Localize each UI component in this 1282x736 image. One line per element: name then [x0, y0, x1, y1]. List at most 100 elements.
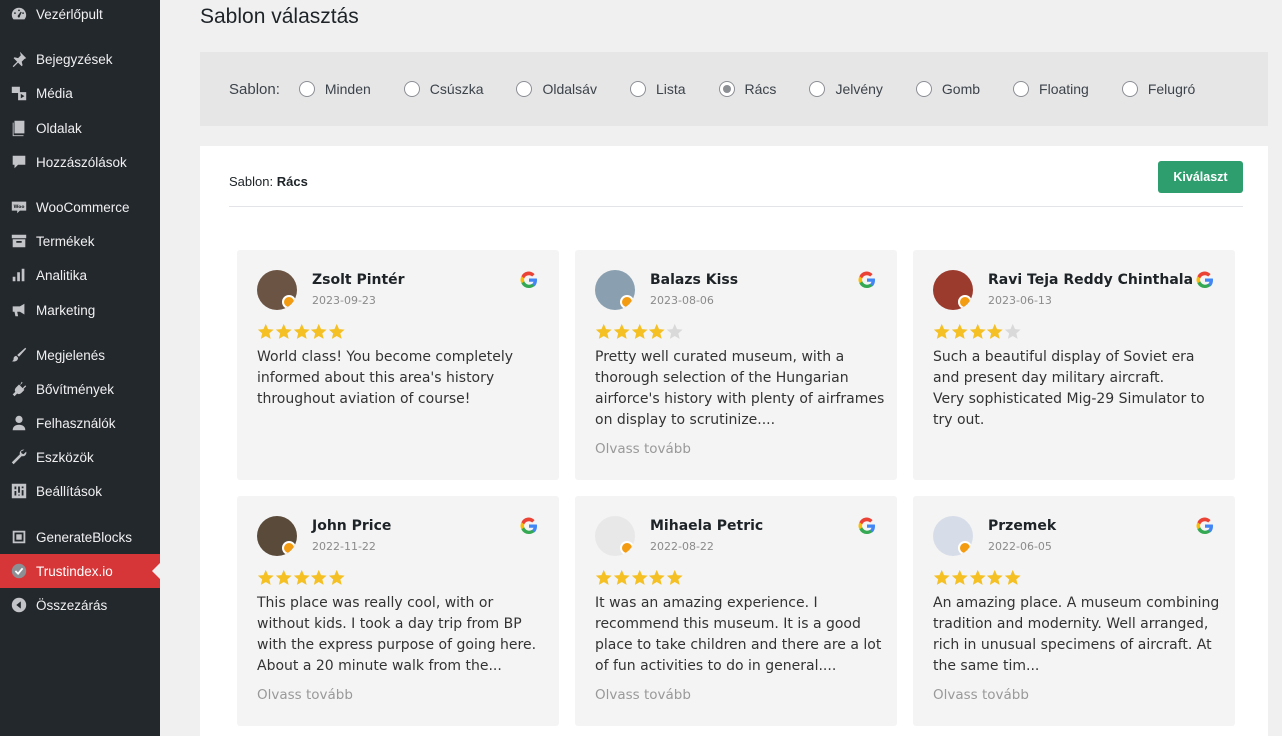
sidebar-item-label: Termékek	[36, 233, 95, 249]
sidebar-item-collapse[interactable]: Összezárás	[0, 588, 160, 622]
selected-template-label: Sablon: Rács	[229, 174, 308, 189]
radio-button[interactable]	[298, 81, 315, 97]
star-icon	[649, 569, 666, 585]
sidebar-item-users[interactable]: Felhasználók	[0, 406, 160, 440]
sidebar-item-dashboard[interactable]: Vezérlőpult	[0, 0, 160, 31]
radio-button[interactable]	[403, 81, 420, 97]
star-rating	[595, 569, 684, 587]
local-guide-badge	[282, 541, 296, 555]
star-rating	[595, 323, 684, 341]
reviewer-name: Ravi Teja Reddy Chinthala	[988, 272, 1194, 288]
filter-option-jelveny[interactable]: Jelvény	[809, 81, 883, 97]
sidebar-item-label: Vezérlőpult	[36, 6, 103, 22]
filter-option-felugro[interactable]: Felugró	[1121, 81, 1195, 97]
sidebar-item-products[interactable]: Termékek	[0, 224, 160, 258]
sidebar-item-label: Média	[36, 85, 73, 101]
star-icon	[631, 323, 648, 339]
read-more-link[interactable]: Olvass tovább	[257, 687, 353, 703]
pages-icon	[9, 118, 29, 138]
star-icon	[933, 323, 950, 339]
review-card: Przemek 2022-06-05 An amazing place. A m…	[913, 496, 1235, 726]
radio-button[interactable]	[1121, 81, 1138, 97]
divider	[229, 206, 1243, 207]
local-guide-badge	[958, 541, 972, 555]
star-icon	[951, 323, 968, 339]
filter-option-label: Jelvény	[835, 81, 883, 97]
star-rating	[257, 569, 346, 587]
review-card: Mihaela Petric 2022-08-22 It was an amaz…	[575, 496, 897, 726]
filter-option-csuszka[interactable]: Csúszka	[403, 81, 483, 97]
star-icon	[595, 569, 612, 585]
sidebar-item-settings[interactable]: Beállítások	[0, 474, 160, 508]
star-icon	[987, 323, 1004, 339]
filter-option-label: Floating	[1039, 81, 1089, 97]
google-icon	[1196, 271, 1213, 289]
sidebar-item-label: Felhasználók	[36, 415, 116, 431]
sidebar-item-label: Megjelenés	[36, 347, 106, 363]
star-icon	[649, 323, 666, 339]
sidebar-item-comments[interactable]: Hozzászólások	[0, 145, 160, 179]
sidebar-item-woocommerce[interactable]: Woo WooCommerce	[0, 190, 160, 224]
archive-icon	[9, 231, 29, 251]
radio-button[interactable]	[629, 81, 646, 97]
filter-option-floating[interactable]: Floating	[1013, 81, 1089, 97]
local-guide-badge	[958, 295, 972, 309]
select-template-button[interactable]: Kiválaszt	[1158, 161, 1243, 193]
dashboard-icon	[9, 4, 29, 24]
sidebar-item-media[interactable]: Média	[0, 76, 160, 110]
wrench-icon	[9, 447, 29, 467]
star-icon	[667, 569, 683, 585]
media-icon	[9, 83, 29, 103]
radio-button[interactable]	[516, 81, 533, 97]
star-icon	[951, 569, 968, 585]
filter-option-label: Oldalsáv	[542, 81, 597, 97]
star-icon	[257, 569, 274, 585]
star-icon	[969, 323, 986, 339]
sidebar-item-label: Hozzászólások	[36, 154, 127, 170]
read-more-link[interactable]: Olvass tovább	[595, 441, 691, 457]
star-icon	[1005, 569, 1021, 585]
sidebar-item-trustindex[interactable]: Trustindex.io	[0, 554, 160, 588]
sidebar-item-label: Oldalak	[36, 120, 82, 136]
filter-option-minden[interactable]: Minden	[298, 81, 371, 97]
filter-option-oldalsav[interactable]: Oldalsáv	[516, 81, 597, 97]
brush-icon	[9, 345, 29, 365]
sidebar-item-plugins[interactable]: Bővítmények	[0, 372, 160, 406]
star-icon	[613, 569, 630, 585]
review-card: Ravi Teja Reddy Chinthala 2023-06-13 Suc…	[913, 250, 1235, 480]
star-icon	[595, 323, 612, 339]
sidebar-item-analytics[interactable]: Analitika	[0, 258, 160, 292]
radio-button[interactable]	[809, 81, 826, 97]
collapse-icon	[9, 595, 29, 615]
filter-option-racs[interactable]: Rács	[718, 81, 777, 97]
sidebar-item-tools[interactable]: Eszközök	[0, 440, 160, 474]
sidebar-item-generateblocks[interactable]: GenerateBlocks	[0, 520, 160, 554]
sidebar-item-label: Eszközök	[36, 449, 94, 465]
filter-option-label: Rács	[744, 81, 777, 97]
google-icon	[520, 271, 537, 289]
template-filter-bar: Sablon: Minden Csúszka Oldalsáv Lista Rá…	[200, 52, 1268, 126]
review-text: It was an amazing experience. I recommen…	[595, 595, 882, 674]
sidebar-item-posts[interactable]: Bejegyzések	[0, 42, 160, 76]
star-icon	[613, 323, 630, 339]
radio-button-checked[interactable]	[718, 81, 735, 97]
check-circle-icon	[9, 561, 29, 581]
filter-option-gomb[interactable]: Gomb	[915, 81, 981, 97]
sidebar-item-marketing[interactable]: Marketing	[0, 293, 160, 327]
read-more-link[interactable]: Olvass tovább	[595, 687, 691, 703]
star-icon	[933, 569, 950, 585]
star-icon	[293, 569, 310, 585]
google-icon	[858, 517, 875, 535]
read-more-link[interactable]: Olvass tovább	[933, 687, 1029, 703]
google-icon	[1196, 517, 1213, 535]
radio-button[interactable]	[1013, 81, 1030, 97]
sidebar-item-label: Analitika	[36, 267, 88, 283]
star-rating	[933, 323, 1022, 341]
sidebar-item-appearance[interactable]: Megjelenés	[0, 338, 160, 372]
svg-text:Woo: Woo	[14, 204, 25, 210]
filter-option-label: Gomb	[941, 81, 981, 97]
filter-option-lista[interactable]: Lista	[629, 81, 686, 97]
radio-button[interactable]	[915, 81, 932, 97]
megaphone-icon	[9, 300, 29, 320]
sidebar-item-pages[interactable]: Oldalak	[0, 111, 160, 145]
